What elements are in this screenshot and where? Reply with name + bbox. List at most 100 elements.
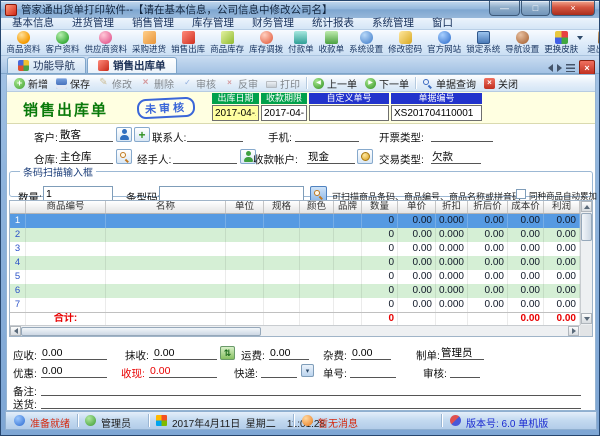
grid-column-header[interactable]: 名称 (106, 201, 226, 213)
grid-cell[interactable] (226, 242, 264, 256)
maximize-button[interactable]: □ (521, 1, 550, 16)
grid-cell[interactable]: 0.00 (544, 256, 580, 270)
grid-column-header[interactable]: 数量 (362, 201, 398, 213)
grid-cell[interactable]: 0.000 (436, 228, 468, 242)
grid-cell[interactable]: 0 (362, 214, 398, 228)
tab-scroll-right-icon[interactable] (557, 64, 562, 72)
grid-cell[interactable]: 0.00 (398, 214, 436, 228)
grid-column-header[interactable]: 颜色 (300, 201, 334, 213)
exit-button[interactable]: 退出系统 (585, 31, 600, 54)
grid-row[interactable]: 400.000.0000.000.000.00 (10, 256, 580, 270)
print-button[interactable]: 打印 (262, 76, 304, 91)
grid-cell[interactable] (300, 270, 334, 284)
trade-type-input[interactable] (431, 150, 481, 164)
grid-cell[interactable]: 3 (10, 242, 26, 256)
scroll-right-button[interactable] (568, 326, 579, 336)
grid-row[interactable]: 700.000.0000.000.000.00 (10, 298, 580, 312)
auto-accumulate-checkbox[interactable] (516, 189, 526, 199)
grid-cell[interactable]: 5 (10, 270, 26, 284)
grid-cell[interactable]: 4 (10, 256, 26, 270)
grid-cell[interactable] (300, 284, 334, 298)
grid-cell[interactable] (106, 284, 226, 298)
horizontal-scrollbar[interactable] (10, 325, 580, 336)
customer-button[interactable]: 客户资料 (43, 31, 82, 54)
receipt-button[interactable]: 收款单 (316, 31, 347, 54)
grid-cell[interactable] (300, 214, 334, 228)
status-message[interactable]: 暂无消息 (318, 415, 358, 430)
grid-column-header[interactable]: 折扣 (436, 201, 468, 213)
grid-cell[interactable]: 0.00 (508, 256, 544, 270)
discount-input[interactable] (41, 364, 107, 378)
transfer-button[interactable]: 库存调拨 (247, 31, 286, 54)
grid-cell[interactable] (106, 256, 226, 270)
grid-cell[interactable]: 0.00 (508, 298, 544, 312)
grid-cell[interactable] (106, 242, 226, 256)
grid-cell[interactable] (26, 298, 106, 312)
contact-input[interactable] (187, 128, 243, 142)
grid-cell[interactable] (264, 298, 300, 312)
due-date-input[interactable] (261, 105, 307, 121)
grid-row[interactable]: 100.000.0000.000.000.00 (10, 214, 580, 228)
grid-cell[interactable] (26, 284, 106, 298)
grid-cell[interactable] (106, 298, 226, 312)
new-button[interactable]: +新增 (10, 76, 52, 91)
grid-cell[interactable]: 2 (10, 228, 26, 242)
scroll-left-button[interactable] (10, 326, 21, 336)
grid-cell[interactable]: 0.00 (544, 242, 580, 256)
customer-pick-button[interactable] (116, 127, 132, 142)
grid-cell[interactable]: 0.00 (544, 298, 580, 312)
lock-button[interactable]: 锁定系统 (464, 31, 503, 54)
invoice-type-input[interactable] (431, 128, 493, 142)
grid-cell[interactable]: 0.00 (508, 214, 544, 228)
grid-cell[interactable] (106, 214, 226, 228)
grid-cell[interactable] (226, 228, 264, 242)
grid-row[interactable]: 600.000.0000.000.000.00 (10, 284, 580, 298)
grid-cell[interactable] (26, 256, 106, 270)
grid-cell[interactable]: 1 (10, 214, 26, 228)
edit-button[interactable]: ✎修改 (94, 76, 136, 91)
outbound-date-input[interactable] (212, 105, 259, 121)
skin-button[interactable]: 更换皮肤 (542, 31, 581, 54)
grid-cell[interactable]: 0.000 (436, 298, 468, 312)
grid-cell[interactable]: 0.00 (508, 228, 544, 242)
grid-cell[interactable] (226, 256, 264, 270)
grid-cell[interactable]: 0.000 (436, 270, 468, 284)
menu-item[interactable]: 财务管理 (243, 18, 303, 29)
horizontal-scroll-thumb[interactable] (21, 327, 261, 336)
grid-cell[interactable] (300, 228, 334, 242)
grid-cell[interactable] (26, 214, 106, 228)
grid-cell[interactable] (300, 242, 334, 256)
grid-cell[interactable] (226, 298, 264, 312)
tab-function-nav[interactable]: 功能导航 (7, 57, 86, 73)
account-input[interactable] (307, 150, 355, 164)
grid-cell[interactable]: 0.00 (468, 284, 508, 298)
grid-cell[interactable] (300, 256, 334, 270)
grid-cell[interactable]: 0.00 (398, 256, 436, 270)
close-button[interactable]: × (551, 1, 595, 16)
grid-column-header[interactable]: 商品编号 (26, 201, 106, 213)
close-button[interactable]: ×关闭 (480, 76, 522, 91)
grid-column-header[interactable]: 单价 (398, 201, 436, 213)
menu-item[interactable]: 窗口 (423, 18, 462, 29)
website-button[interactable]: 官方网站 (425, 31, 464, 54)
grid-cell[interactable] (26, 228, 106, 242)
grid-cell[interactable] (334, 270, 362, 284)
grid-row[interactable]: 300.000.0000.000.000.00 (10, 242, 580, 256)
navigation-button[interactable]: 导航设置 (503, 31, 542, 54)
menu-item[interactable]: 统计报表 (303, 18, 363, 29)
custom-number-input[interactable] (309, 105, 389, 121)
delete-button[interactable]: ×删除 (136, 76, 178, 91)
unaudit-button[interactable]: ×反审 (220, 76, 262, 91)
grid-column-header[interactable]: 成本价 (508, 201, 544, 213)
scroll-down-button[interactable] (581, 313, 592, 324)
settings-button[interactable]: 系统设置 (347, 31, 386, 54)
grid-cell[interactable] (334, 256, 362, 270)
grid-cell[interactable] (264, 270, 300, 284)
menu-item[interactable]: 系统管理 (363, 18, 423, 29)
grid-cell[interactable]: 0.00 (398, 298, 436, 312)
grid-cell[interactable]: 0.00 (468, 228, 508, 242)
grid-column-header[interactable]: 折后价 (468, 201, 508, 213)
cash-received-input[interactable] (149, 364, 217, 378)
grid-cell[interactable] (264, 228, 300, 242)
grid-cell[interactable] (264, 256, 300, 270)
